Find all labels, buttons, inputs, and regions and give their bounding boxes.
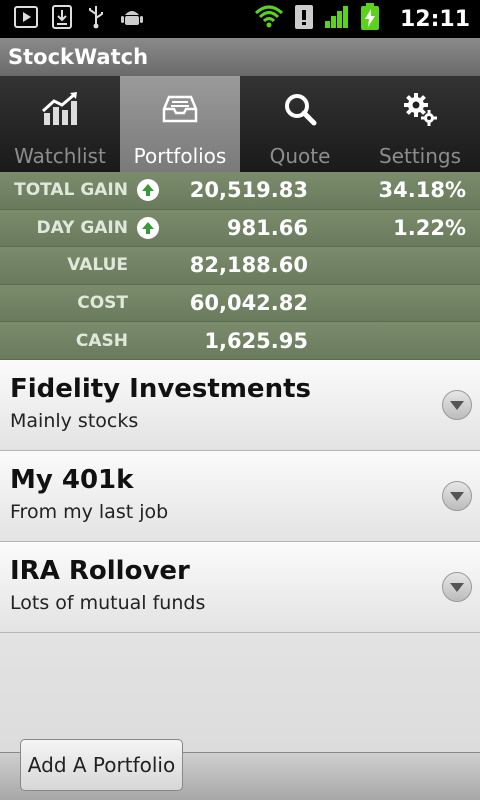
tab-settings[interactable]: Settings	[360, 76, 480, 172]
search-icon	[279, 88, 321, 130]
summary-value: 20,519.83	[189, 178, 308, 203]
summary-value: 981.66	[226, 215, 308, 240]
list-item[interactable]: IRA Rollover Lots of mutual funds	[0, 542, 480, 633]
summary-label: DAY GAIN	[36, 217, 128, 238]
tab-watchlist[interactable]: Watchlist	[0, 76, 120, 172]
chevron-down-icon[interactable]	[442, 572, 472, 602]
chevron-down-icon[interactable]	[442, 390, 472, 420]
play-icon	[14, 6, 38, 32]
portfolio-description: Mainly stocks	[10, 410, 139, 432]
battery-charging-icon	[360, 3, 380, 35]
portfolio-summary: TOTAL GAIN 20,519.83 34.18% DAY GAIN 981…	[0, 172, 480, 360]
summary-value: 60,042.82	[189, 291, 308, 316]
status-bar: 12:11	[0, 0, 480, 38]
list-item[interactable]: Fidelity Investments Mainly stocks	[0, 360, 480, 451]
summary-label: TOTAL GAIN	[14, 180, 128, 201]
summary-value: 1,625.95	[204, 328, 308, 353]
portfolio-name: My 401k	[10, 465, 134, 495]
summary-percent: 34.18%	[378, 178, 466, 203]
tab-label: Settings	[378, 144, 462, 168]
chart-icon	[39, 88, 81, 130]
tab-portfolios[interactable]: Portfolios	[120, 76, 240, 172]
tab-label: Portfolios	[133, 144, 227, 168]
portfolio-list: Fidelity Investments Mainly stocks My 40…	[0, 360, 480, 752]
summary-label: COST	[77, 293, 128, 314]
summary-percent: 1.22%	[393, 215, 466, 240]
summary-label: VALUE	[67, 255, 128, 276]
summary-label: CASH	[75, 330, 128, 351]
summary-row-total-gain: TOTAL GAIN 20,519.83 34.18%	[0, 172, 480, 210]
chevron-down-icon[interactable]	[442, 481, 472, 511]
portfolio-description: Lots of mutual funds	[10, 592, 206, 614]
download-icon	[52, 5, 72, 33]
gears-icon	[399, 88, 441, 130]
summary-row-value: VALUE 82,188.60	[0, 247, 480, 285]
list-item[interactable]: My 401k From my last job	[0, 451, 480, 542]
signal-icon	[324, 5, 350, 33]
bottom-bar: Add A Portfolio	[0, 739, 480, 800]
summary-value: 82,188.60	[189, 253, 308, 278]
android-icon	[120, 5, 144, 33]
tab-bar: Watchlist Portfolios Quote Settings	[0, 76, 480, 172]
app-title: StockWatch	[0, 38, 480, 76]
add-portfolio-button[interactable]: Add A Portfolio	[20, 739, 183, 791]
summary-row-day-gain: DAY GAIN 981.66 1.22%	[0, 209, 480, 248]
alert-icon	[294, 4, 314, 34]
summary-row-cash: CASH 1,625.95	[0, 322, 480, 360]
portfolio-name: IRA Rollover	[10, 556, 190, 586]
portfolio-name: Fidelity Investments	[10, 374, 311, 404]
inbox-icon	[159, 88, 201, 130]
summary-row-cost: COST 60,042.82	[0, 284, 480, 323]
arrow-up-icon	[137, 179, 159, 202]
tab-label: Quote	[269, 144, 331, 168]
tab-quote[interactable]: Quote	[240, 76, 360, 172]
clock: 12:11	[399, 6, 470, 32]
tab-label: Watchlist	[14, 144, 106, 168]
wifi-icon	[254, 5, 284, 33]
portfolio-description: From my last job	[10, 501, 169, 523]
list-empty-area	[0, 633, 480, 752]
arrow-up-icon	[137, 216, 159, 239]
usb-icon	[86, 4, 106, 34]
